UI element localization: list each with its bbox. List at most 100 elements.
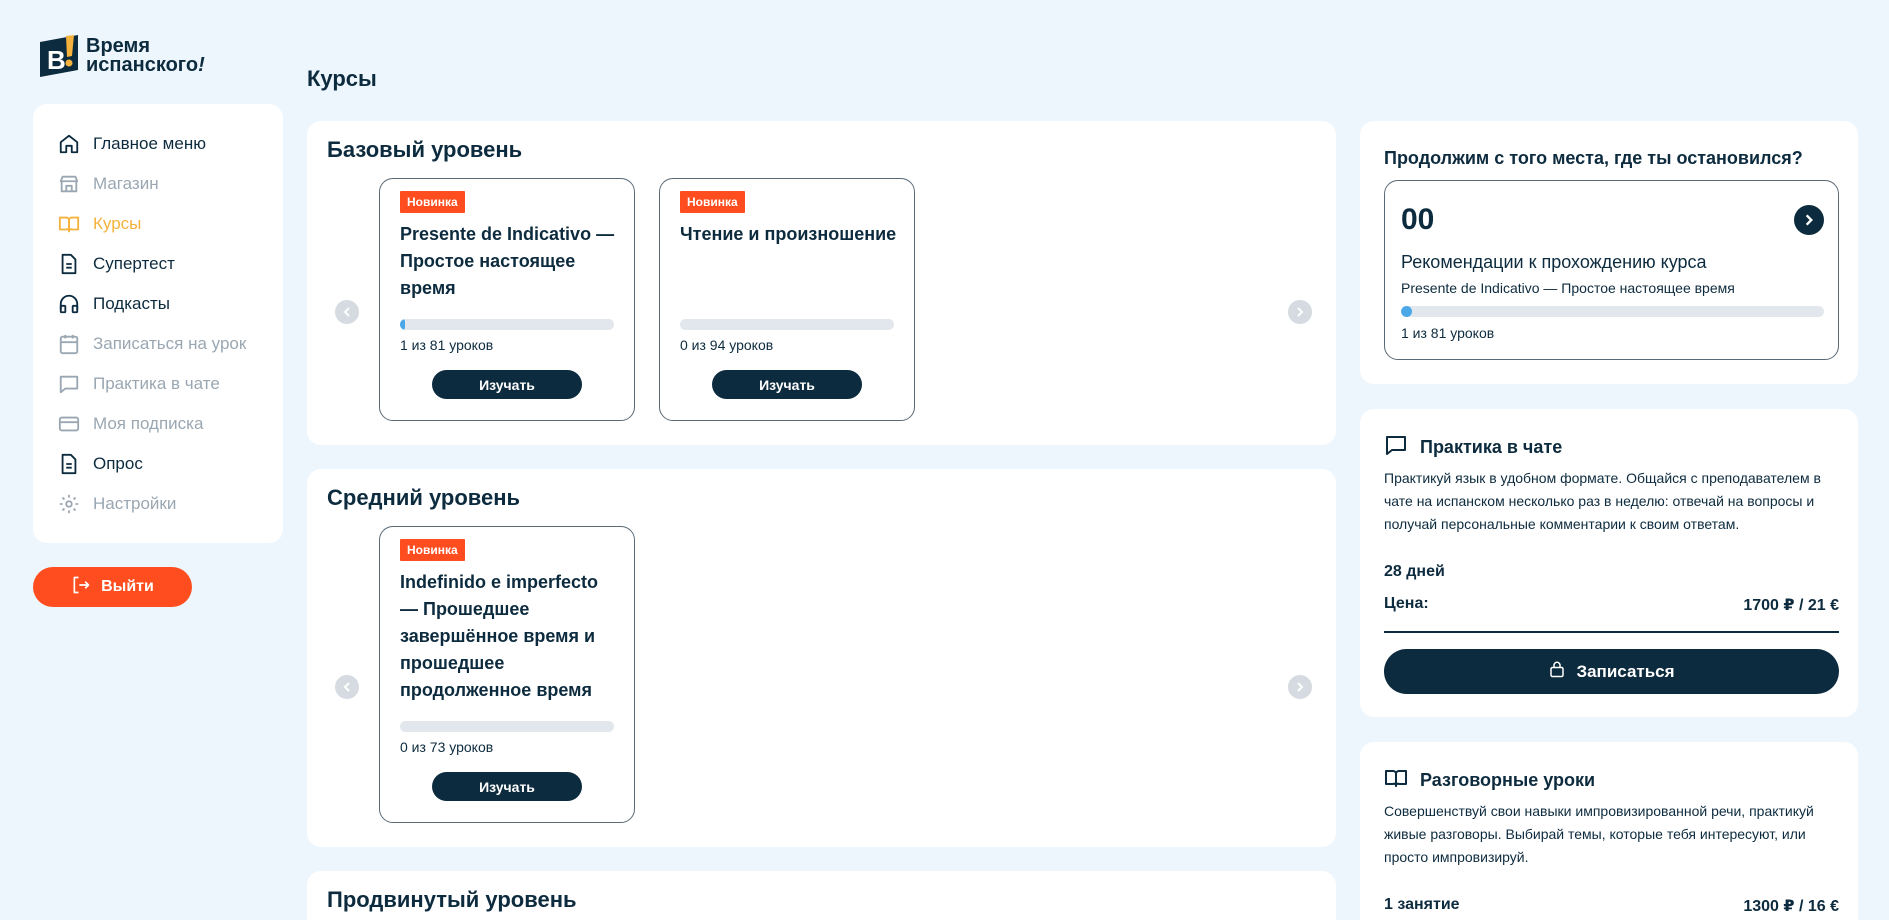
book-icon bbox=[57, 212, 81, 236]
carousel-prev-button[interactable] bbox=[335, 300, 359, 324]
page-title: Курсы bbox=[307, 66, 377, 91]
study-button[interactable]: Изучать bbox=[712, 370, 862, 399]
sidebar-item-label: Настройки bbox=[93, 494, 177, 513]
continue-progress-bar bbox=[1401, 306, 1824, 317]
logo-exclaim: ! bbox=[198, 54, 205, 76]
chat-icon bbox=[1384, 433, 1408, 462]
chat-icon bbox=[57, 372, 81, 396]
course-title: Чтение и произношение bbox=[680, 224, 897, 244]
sidebar-item-book-lesson[interactable]: Записаться на урок bbox=[57, 324, 283, 364]
sidebar-item-label: Записаться на урок bbox=[93, 334, 247, 353]
continue-heading: Рекомендации к прохождению курса bbox=[1401, 252, 1707, 272]
course-progress-text: 1 из 81 уроков bbox=[400, 337, 494, 353]
course-card[interactable]: Новинка Indefinido e imperfecto — Прошед… bbox=[379, 526, 635, 823]
logout-label: Выйти bbox=[101, 578, 154, 595]
sidebar-item-supertest[interactable]: Супертест bbox=[57, 244, 283, 284]
document-icon bbox=[57, 452, 81, 476]
sidebar-item-store[interactable]: Магазин bbox=[57, 164, 283, 204]
divider bbox=[1384, 631, 1839, 633]
sidebar-item-label: Супертест bbox=[93, 254, 175, 273]
new-badge: Новинка bbox=[680, 191, 745, 213]
chat-practice-title: Практика в чате bbox=[1420, 437, 1563, 457]
price-value: 1700 ₽ / 21 € bbox=[1743, 597, 1839, 614]
course-progress-bar bbox=[400, 721, 614, 732]
conversation-unit: 1 занятие bbox=[1384, 896, 1460, 913]
carousel-next-button[interactable] bbox=[1288, 300, 1312, 324]
book-icon bbox=[1384, 766, 1408, 795]
conversation-price: 1300 ₽ / 16 € bbox=[1743, 898, 1839, 915]
lock-icon bbox=[1548, 660, 1566, 683]
sidebar-item-label: Опрос bbox=[93, 454, 143, 473]
chevron-left-icon bbox=[343, 682, 350, 692]
course-title: Indefinido e imperfecto — Прошедшее заве… bbox=[400, 572, 599, 700]
sidebar-item-label: Курсы bbox=[93, 214, 142, 233]
course-card[interactable]: Новинка Чтение и произношение 0 из 94 ур… bbox=[659, 178, 915, 421]
logout-icon bbox=[71, 575, 91, 600]
logo-text: Время испанского! bbox=[86, 36, 205, 76]
sidebar-item-label: Моя подписка bbox=[93, 414, 204, 433]
chat-practice-panel: Практика в чате Практикуй язык в удобном… bbox=[1360, 409, 1858, 717]
course-title: Presente de Indicativo — Простое настоящ… bbox=[400, 224, 615, 298]
headphones-icon bbox=[57, 292, 81, 316]
continue-title: Продолжим с того места, где ты остановил… bbox=[1384, 148, 1803, 168]
chevron-right-icon bbox=[1297, 682, 1304, 692]
carousel-next-button[interactable] bbox=[1288, 675, 1312, 699]
section-basic-level: Базовый уровень Новинка Presente de Indi… bbox=[307, 121, 1336, 445]
section-intermediate-level: Средний уровень Новинка Indefinido e imp… bbox=[307, 469, 1336, 847]
new-badge: Новинка bbox=[400, 539, 465, 561]
course-card[interactable]: Новинка Presente de Indicativo — Простое… bbox=[379, 178, 635, 421]
chat-practice-duration: 28 дней bbox=[1384, 563, 1445, 580]
conversation-header: Разговорные уроки bbox=[1384, 766, 1595, 795]
card-icon bbox=[57, 412, 81, 436]
calendar-icon bbox=[57, 332, 81, 356]
conversation-title: Разговорные уроки bbox=[1420, 770, 1596, 790]
sidebar-item-label: Главное меню bbox=[93, 134, 206, 153]
continue-go-button[interactable] bbox=[1794, 205, 1824, 235]
logo-mark-letter: B bbox=[47, 45, 66, 75]
sidebar-item-courses[interactable]: Курсы bbox=[57, 204, 283, 244]
continue-card[interactable]: 00 Рекомендации к прохождению курса Pres… bbox=[1384, 180, 1839, 360]
study-button[interactable]: Изучать bbox=[432, 370, 582, 399]
course-progress-text: 0 из 94 уроков bbox=[680, 337, 774, 353]
study-button[interactable]: Изучать bbox=[432, 772, 582, 801]
sidebar: Главное меню Магазин Курсы Супертест Под… bbox=[33, 104, 283, 543]
continue-progress-fill bbox=[1401, 306, 1412, 317]
carousel-prev-button[interactable] bbox=[335, 675, 359, 699]
section-title: Базовый уровень bbox=[327, 137, 523, 162]
course-progress-fill bbox=[400, 319, 406, 330]
section-title: Средний уровень bbox=[327, 485, 521, 510]
course-progress-bar bbox=[400, 319, 614, 330]
section-title: Продвинутый уровень bbox=[327, 887, 577, 912]
sidebar-item-label: Практика в чате bbox=[93, 374, 220, 393]
section-advanced-level: Продвинутый уровень bbox=[307, 871, 1336, 920]
sidebar-item-label: Подкасты bbox=[93, 294, 170, 313]
enroll-button[interactable]: Записаться bbox=[1384, 649, 1839, 694]
continue-panel: Продолжим с того места, где ты остановил… bbox=[1360, 121, 1858, 384]
new-badge: Новинка bbox=[400, 191, 465, 213]
chat-practice-description: Практикуй язык в удобном формате. Общайс… bbox=[1384, 470, 1821, 532]
chevron-right-icon bbox=[1297, 307, 1304, 317]
continue-course: Presente de Indicativo — Простое настоящ… bbox=[1401, 280, 1735, 296]
chevron-right-icon bbox=[1805, 214, 1813, 226]
gear-icon bbox=[57, 492, 81, 516]
sidebar-item-label: Магазин bbox=[93, 174, 159, 193]
logout-button[interactable]: Выйти bbox=[33, 567, 192, 607]
sidebar-item-subscription[interactable]: Моя подписка bbox=[57, 404, 283, 444]
course-progress-text: 0 из 73 уроков bbox=[400, 739, 494, 755]
sidebar-item-main-menu[interactable]: Главное меню bbox=[57, 124, 283, 164]
sidebar-item-survey[interactable]: Опрос bbox=[57, 444, 283, 484]
store-icon bbox=[57, 172, 81, 196]
sidebar-item-podcasts[interactable]: Подкасты bbox=[57, 284, 283, 324]
sidebar-item-chat-practice[interactable]: Практика в чате bbox=[57, 364, 283, 404]
chevron-left-icon bbox=[343, 307, 350, 317]
conversation-price-row: 1 занятие 1300 ₽ / 16 € bbox=[1384, 896, 1839, 916]
price-label: Цена: bbox=[1384, 595, 1429, 612]
logo[interactable]: B Время испанского! bbox=[38, 32, 205, 80]
sidebar-item-settings[interactable]: Настройки bbox=[57, 484, 283, 524]
continue-number: 00 bbox=[1401, 203, 1435, 236]
enroll-label: Записаться bbox=[1576, 661, 1675, 681]
logo-mark-icon: B bbox=[40, 35, 78, 77]
course-progress-bar bbox=[680, 319, 894, 330]
chat-practice-header: Практика в чате bbox=[1384, 433, 1562, 462]
chat-practice-duration-row: 28 дней bbox=[1384, 563, 1839, 581]
